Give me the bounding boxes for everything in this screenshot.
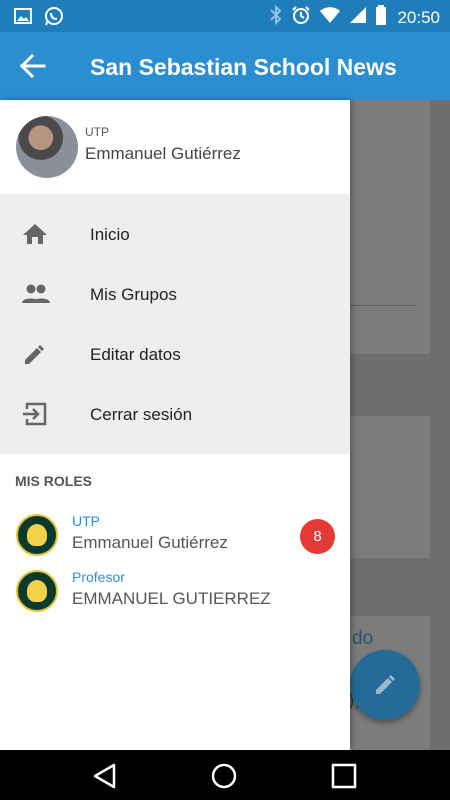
drawer-menu: Inicio Mis Grupos Editar datos Cerrar se… <box>0 194 350 454</box>
alarm-icon <box>291 5 311 30</box>
whatsapp-icon <box>44 6 64 31</box>
menu-item-label: Mis Grupos <box>90 285 177 304</box>
status-bar: 20:50 <box>0 0 450 32</box>
drawer-profile-header[interactable]: UTP Emmanuel Gutiérrez <box>0 100 350 194</box>
role-item-utp[interactable]: UTP Emmanuel Gutiérrez 8 <box>0 505 350 556</box>
card-text-peek: do <box>352 628 374 649</box>
menu-item-editar-datos[interactable]: Editar datos <box>0 324 350 384</box>
edit-icon <box>22 342 48 366</box>
clock: 20:50 <box>397 7 440 27</box>
battery-icon <box>375 5 387 30</box>
notification-count-badge: 8 <box>300 519 335 554</box>
compose-fab[interactable] <box>350 650 420 720</box>
school-logo-icon <box>16 514 58 556</box>
menu-item-mis-grupos[interactable]: Mis Grupos <box>0 264 350 324</box>
image-icon <box>14 7 32 30</box>
menu-item-label: Inicio <box>90 225 130 244</box>
menu-item-label: Cerrar sesión <box>90 405 193 424</box>
groups-icon <box>22 282 50 306</box>
profile-name: Emmanuel Gutiérrez <box>85 144 241 163</box>
app-bar: San Sebastian School News <box>0 32 450 100</box>
role-title: UTP <box>72 513 100 529</box>
menu-item-label: Editar datos <box>90 345 181 364</box>
recents-square-icon[interactable] <box>331 763 357 794</box>
wifi-icon <box>319 6 341 29</box>
arrow-back-icon[interactable] <box>18 52 50 80</box>
menu-item-inicio[interactable]: Inicio <box>0 204 350 264</box>
role-title: Profesor <box>72 569 125 585</box>
menu-item-cerrar-sesion[interactable]: Cerrar sesión <box>0 384 350 444</box>
home-icon <box>22 222 48 246</box>
school-logo-icon <box>16 570 58 612</box>
system-nav-bar <box>0 750 450 800</box>
back-triangle-icon[interactable] <box>92 763 118 794</box>
logout-icon <box>22 402 48 426</box>
signal-icon <box>349 6 367 29</box>
home-circle-icon[interactable] <box>211 763 237 794</box>
bluetooth-icon <box>269 4 283 30</box>
avatar <box>16 116 78 178</box>
divider <box>350 305 416 306</box>
role-name: EMMANUEL GUTIERREZ <box>72 589 271 608</box>
role-name: Emmanuel Gutiérrez <box>72 533 228 552</box>
roles-section-title: MIS ROLES <box>15 473 93 489</box>
navigation-drawer: UTP Emmanuel Gutiérrez Inicio Mis Grupos… <box>0 100 350 750</box>
pencil-icon <box>376 675 395 694</box>
profile-role: UTP <box>85 125 109 139</box>
role-item-profesor[interactable]: Profesor EMMANUEL GUTIERREZ <box>0 561 350 612</box>
app-title: San Sebastian School News <box>90 54 397 80</box>
